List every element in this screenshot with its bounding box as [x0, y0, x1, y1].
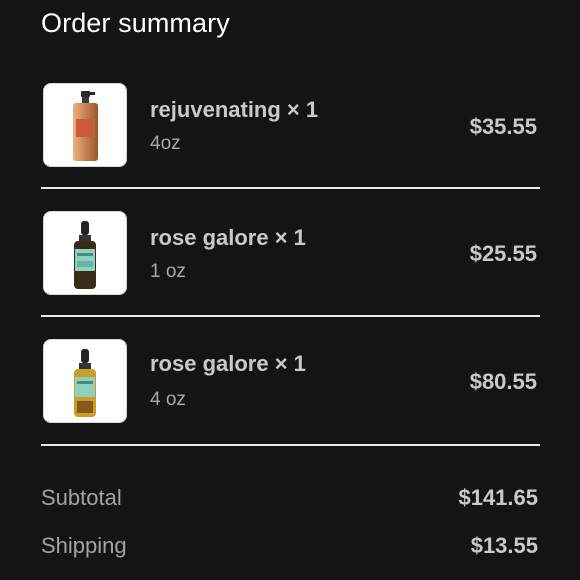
divider	[41, 187, 540, 189]
line-item[interactable]: rejuvenating × 1 4oz $35.55	[41, 83, 539, 211]
item-name: rose galore × 1	[150, 351, 306, 376]
order-summary-panel: Order summary rejuvenating × 1 4oz $35.5…	[0, 0, 580, 580]
product-thumbnail[interactable]	[43, 339, 127, 423]
divider	[41, 315, 540, 317]
product-thumbnail[interactable]	[43, 83, 127, 167]
item-name: rose galore × 1	[150, 225, 306, 250]
item-name: rejuvenating × 1	[150, 97, 319, 122]
item-price: $35.55	[469, 114, 537, 139]
spray-bottle-icon	[73, 91, 98, 161]
subtotal-label: Subtotal	[41, 485, 122, 510]
shipping-value: $13.55	[470, 533, 538, 558]
item-size: 1 oz	[150, 261, 186, 282]
subtotal-row: Subtotal $141.65	[41, 485, 538, 515]
dropper-bottle-icon	[74, 221, 96, 289]
page-title: Order summary	[41, 8, 230, 38]
shipping-row: Shipping $13.55	[41, 533, 538, 563]
subtotal-value: $141.65	[458, 485, 538, 510]
item-size: 4oz	[150, 133, 181, 154]
shipping-label: Shipping	[41, 533, 127, 558]
line-item[interactable]: rose galore × 1 4 oz $80.55	[41, 339, 539, 467]
dropper-bottle-icon	[74, 349, 96, 417]
product-thumbnail[interactable]	[43, 211, 127, 295]
line-item[interactable]: rose galore × 1 1 oz $25.55	[41, 211, 539, 339]
item-price: $25.55	[469, 241, 537, 266]
divider	[41, 444, 540, 446]
item-price: $80.55	[469, 369, 537, 394]
item-size: 4 oz	[150, 389, 186, 410]
